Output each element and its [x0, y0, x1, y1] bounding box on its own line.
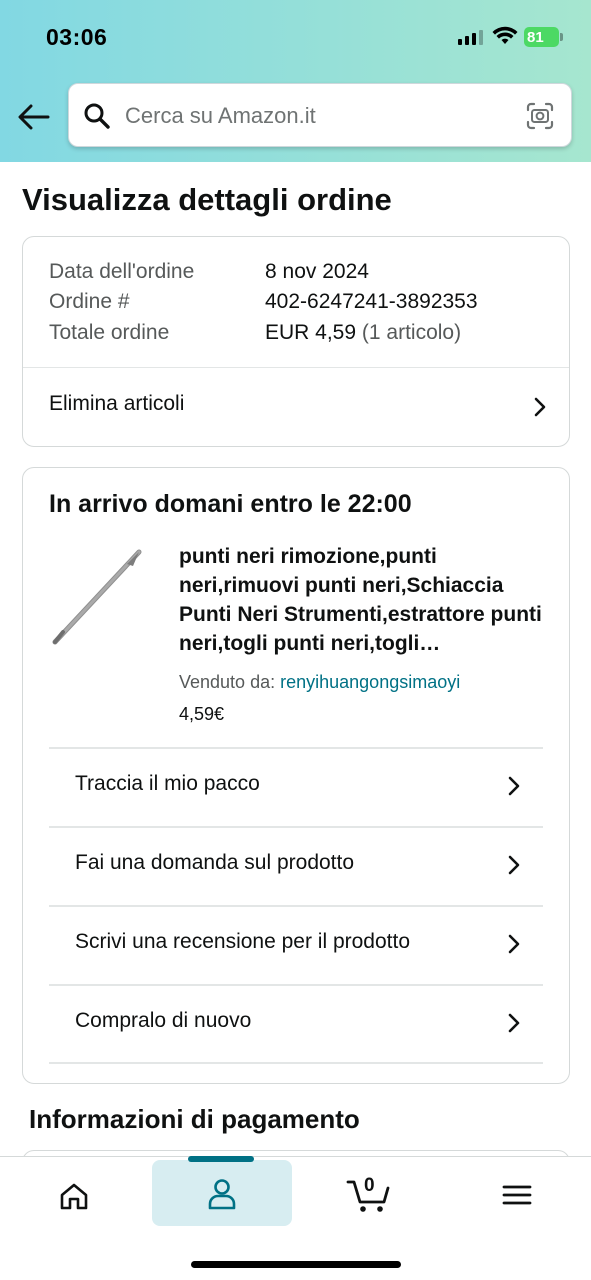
track-package-label: Traccia il mio pacco: [75, 772, 260, 795]
order-summary-card: Data dell'ordine 8 nov 2024 Ordine # 402…: [22, 236, 570, 447]
shipment-card: In arrivo domani entro le 22:00 punti ne…: [22, 467, 570, 1084]
cart-count-badge: 0: [364, 1175, 375, 1196]
order-date-label: Data dell'ordine: [49, 260, 195, 283]
chevron-right-icon: [508, 855, 520, 875]
home-icon: [60, 1183, 88, 1210]
product-title[interactable]: punti neri rimozione,punti neri,rimuovi …: [179, 542, 549, 658]
camera-scan-icon[interactable]: [525, 101, 555, 131]
chevron-right-icon: [534, 397, 546, 417]
search-icon: [84, 103, 110, 129]
nav-account[interactable]: [152, 1160, 292, 1226]
track-package-button[interactable]: Traccia il mio pacco: [49, 749, 543, 826]
chevron-right-icon: [508, 934, 520, 954]
delete-items-row[interactable]: Elimina articoli: [23, 368, 569, 447]
order-total-label: Totale ordine: [49, 321, 170, 344]
sold-by: Venduto da: renyihuangongsimaoyi: [179, 672, 460, 693]
nav-home[interactable]: [4, 1160, 144, 1226]
ask-question-button[interactable]: Fai una domanda sul prodotto: [49, 828, 543, 905]
product-image[interactable]: [47, 546, 147, 646]
product-price: 4,59€: [179, 704, 225, 724]
order-total-amount: EUR 4,59: [265, 321, 357, 344]
cellular-signal-icon: [458, 29, 483, 45]
hamburger-menu-icon: [502, 1185, 532, 1205]
nav-menu[interactable]: [448, 1160, 588, 1226]
sold-by-label: Venduto da:: [179, 672, 276, 692]
write-review-button[interactable]: Scrivi una recensione per il prodotto: [49, 907, 543, 984]
delete-items-label: Elimina articoli: [49, 392, 185, 415]
write-review-label: Scrivi una recensione per il prodotto: [75, 930, 411, 953]
person-icon: [208, 1179, 236, 1210]
home-indicator: [191, 1261, 401, 1268]
seller-link[interactable]: renyihuangongsimaoyi: [280, 672, 460, 692]
status-time: 03:06: [46, 24, 108, 50]
divider: [49, 1062, 543, 1064]
order-date-value: 8 nov 2024: [265, 260, 369, 283]
order-number-label: Ordine #: [49, 290, 130, 313]
buy-again-label: Compralo di nuovo: [75, 1009, 252, 1032]
search-input[interactable]: [125, 98, 515, 134]
nav-active-indicator: [188, 1156, 254, 1162]
order-total-value: EUR 4,59 (1 articolo): [265, 321, 461, 345]
ask-question-label: Fai una domanda sul prodotto: [75, 851, 355, 874]
order-item-count: (1 articolo): [361, 321, 462, 344]
chevron-right-icon: [508, 776, 520, 796]
payment-section-title: Informazioni di pagamento: [29, 1104, 360, 1134]
battery-icon: 81: [524, 27, 564, 47]
search-bar[interactable]: [68, 83, 572, 147]
wifi-icon: [492, 26, 518, 44]
order-number-value: 402-6247241-3892353: [265, 290, 478, 313]
page-title: Visualizza dettagli ordine: [22, 182, 392, 217]
chevron-right-icon: [508, 1013, 520, 1033]
buy-again-button[interactable]: Compralo di nuovo: [49, 986, 543, 1063]
battery-level: 81: [527, 29, 544, 46]
arrow-left-icon[interactable]: [16, 100, 52, 134]
arrival-text: In arrivo domani entro le 22:00: [49, 490, 412, 518]
